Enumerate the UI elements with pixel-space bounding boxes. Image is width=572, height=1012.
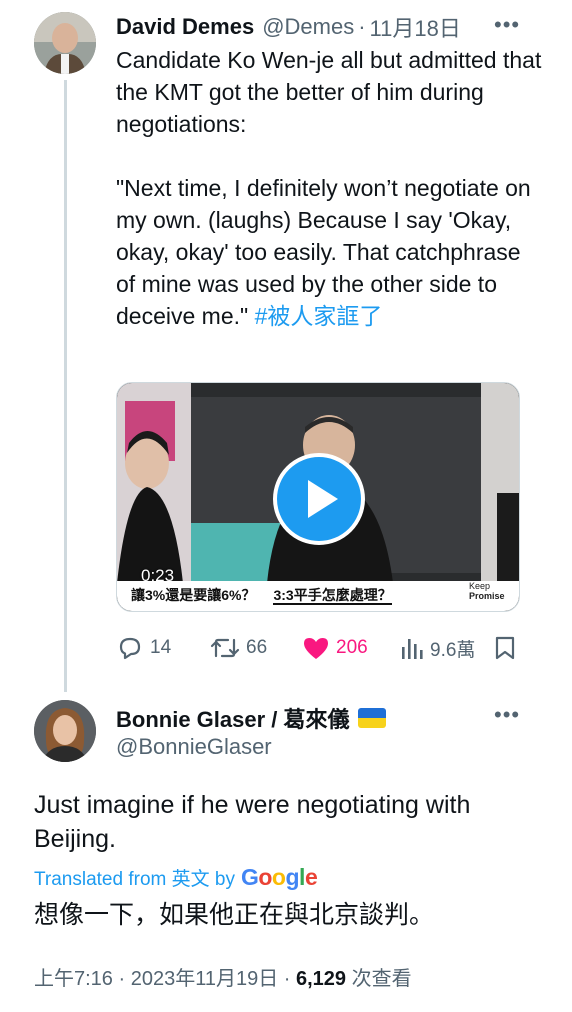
more-icon[interactable]: •••: [494, 702, 520, 728]
tweet1-paragraph-1: Candidate Ko Wen-je all but admitted tha…: [116, 47, 542, 137]
heart-icon: [304, 638, 328, 659]
reply-icon: [119, 637, 141, 660]
translation-attribution[interactable]: Translated from 英文 by Google: [34, 864, 318, 891]
views-icon: [402, 639, 423, 659]
reply-button[interactable]: 14: [116, 635, 171, 661]
thread-connector-line: [64, 80, 67, 692]
tweet1-header: David Demes @Demes · 11月18日: [116, 12, 556, 42]
retweet-icon: [210, 638, 240, 658]
views-button[interactable]: 9.6萬: [400, 635, 475, 662]
separator-dot: ·: [358, 14, 366, 39]
tweet1-paragraph-2: "Next time, I definitely won’t negotiate…: [116, 172, 546, 332]
hashtag-link[interactable]: #被人家誆了: [255, 303, 383, 329]
video-caption-2: 3:3平手怎麼處理？: [273, 587, 392, 605]
tweet-views-count: 6,129: [295, 968, 347, 990]
retweet-button[interactable]: 66: [210, 636, 267, 660]
bookmark-icon: [495, 636, 515, 660]
video-caption-1: 讓3%還是要讓6%？: [131, 587, 256, 603]
author-name[interactable]: David Demes: [116, 14, 254, 40]
more-icon[interactable]: •••: [494, 12, 520, 38]
tweet-timestamp[interactable]: 上午7:16 · 2023年11月19日 ·: [34, 968, 296, 990]
views-count: 9.6萬: [430, 639, 476, 661]
reply-count: 14: [150, 637, 172, 658]
play-button[interactable]: [273, 453, 365, 545]
video-brand: Keep Promise: [469, 581, 505, 601]
avatar-bonnie-glaser[interactable]: [34, 700, 96, 762]
tweet2-body: Just imagine if he were negotiating with…: [34, 791, 471, 853]
tweet1-action-bar: 14 66 206 9.6萬: [116, 630, 520, 666]
tweet1-body: Candidate Ko Wen-je all but admitted tha…: [116, 44, 546, 332]
author-handle[interactable]: @Demes: [262, 14, 354, 40]
video-caption: 讓3%還是要讓6%？ 3:3平手怎麼處理？: [131, 585, 392, 605]
tweet-views-label: 次查看: [346, 968, 412, 990]
translated-label: Translated from 英文 by: [34, 869, 235, 890]
like-count: 206: [336, 637, 368, 658]
tweet-meta: 上午7:16 · 2023年11月19日 · 6,129 次查看: [34, 962, 412, 991]
tweet2-author-name[interactable]: Bonnie Glaser / 葛來儀: [116, 702, 386, 734]
play-icon: [308, 480, 338, 518]
ukraine-flag-icon: [357, 708, 386, 728]
tweet-date[interactable]: 11月18日: [370, 11, 461, 43]
video-media[interactable]: 0:23 讓3%還是要讓6%？ 3:3平手怎麼處理？ Keep Promise: [116, 382, 520, 612]
like-button[interactable]: 206: [302, 635, 368, 661]
translated-text: 想像一下，如果他正在與北京談判。: [34, 901, 435, 929]
bookmark-button[interactable]: [494, 635, 516, 661]
google-logo: Google: [240, 864, 318, 890]
avatar-david-demes[interactable]: [34, 12, 96, 74]
retweet-count: 66: [246, 637, 268, 658]
tweet2-author-handle[interactable]: @BonnieGlaser: [116, 734, 272, 760]
